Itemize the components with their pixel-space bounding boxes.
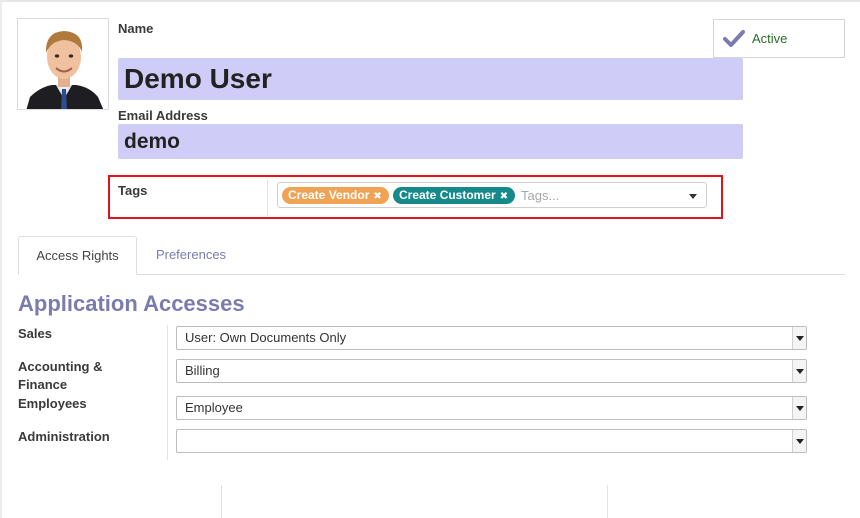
select-value: User: Own Documents Only — [185, 330, 347, 345]
section-title: Application Accesses — [18, 291, 245, 316]
tab-access-rights[interactable]: Access Rights — [18, 236, 137, 275]
check-icon — [723, 29, 745, 47]
active-toggle-button[interactable]: Active — [713, 19, 845, 58]
accounting-access-select[interactable]: Billing — [176, 359, 807, 383]
tags-divider — [267, 180, 268, 216]
tags-label: Tags — [118, 183, 148, 198]
page-border-left — [0, 0, 2, 518]
remove-tag-icon[interactable]: ✖ — [373, 191, 381, 202]
user-avatar[interactable] — [17, 18, 109, 110]
tab-preferences[interactable]: Preferences — [143, 236, 239, 275]
user-photo-icon — [18, 19, 108, 109]
page-border-top — [0, 0, 860, 2]
dropdown-caret-icon[interactable] — [689, 194, 697, 199]
email-label: Email Address — [118, 108, 208, 123]
name-label: Name — [118, 21, 154, 36]
employees-access-select[interactable]: Employee — [176, 396, 807, 420]
bottom-divider — [221, 485, 222, 518]
active-label: Active — [752, 31, 788, 46]
administration-access-select[interactable] — [176, 429, 807, 453]
select-arrow-icon[interactable] — [792, 430, 806, 452]
sales-access-select[interactable]: User: Own Documents Only — [176, 326, 807, 350]
access-label-sales: Sales — [18, 326, 52, 341]
select-value: Employee — [185, 400, 243, 415]
select-arrow-icon[interactable] — [792, 360, 806, 382]
name-input[interactable]: Demo User — [118, 58, 743, 100]
tags-input[interactable]: Create Vendor ✖ Create Customer ✖ Tags... — [277, 182, 707, 208]
access-label-accounting: Accounting & Finance — [18, 359, 103, 392]
tag-create-customer: Create Customer ✖ — [393, 187, 516, 204]
access-label-employees: Employees — [18, 396, 87, 411]
select-arrow-icon[interactable] — [792, 327, 806, 349]
tag-label: Create Customer — [399, 188, 496, 202]
email-input[interactable]: demo — [118, 124, 743, 159]
remove-tag-icon[interactable]: ✖ — [500, 191, 508, 202]
tags-placeholder[interactable]: Tags... — [521, 188, 559, 203]
access-label-administration: Administration — [18, 429, 110, 444]
select-arrow-icon[interactable] — [792, 397, 806, 419]
tag-create-vendor: Create Vendor ✖ — [282, 187, 389, 204]
select-value: Billing — [185, 363, 220, 378]
column-divider — [167, 325, 168, 460]
bottom-divider — [607, 485, 608, 518]
tag-label: Create Vendor — [288, 188, 370, 202]
